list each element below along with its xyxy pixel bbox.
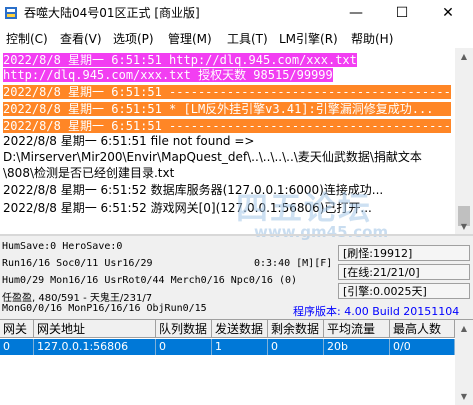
log-line: http://dlq.945.com/xxx.txt 授权天数 98515/99…	[3, 68, 333, 82]
menu-tools[interactable]: 工具(T)	[227, 30, 268, 47]
menu-control[interactable]: 控制(C)	[6, 30, 48, 47]
table-cell: 0/0	[390, 339, 455, 355]
menu-options[interactable]: 选项(P)	[113, 30, 154, 47]
title-bar: 吞噬大陆04号01区正式 [商业版] — ☐ ✕	[0, 0, 473, 26]
maximize-button[interactable]: ☐	[379, 0, 425, 26]
gateway-grid[interactable]: 网关 网关地址 队列数据 发送数据 剩余数据 平均流量 最高人数 0 127.0…	[0, 319, 473, 405]
version-label: 程序版本: 4.00 Build 20151104	[293, 305, 460, 318]
refresh-count-box: [刷怪:19912]	[338, 245, 470, 261]
log-scrollbar[interactable]: ▲ ▼	[455, 48, 473, 234]
status-player: 任盈盈, 480/591 - 天鬼王/231/7	[2, 293, 153, 304]
server-app-icon	[5, 7, 17, 19]
scroll-down-icon[interactable]: ▼	[455, 388, 473, 404]
status-monsters: MonG0/0/16 MonP16/16/16 ObjRun0/15	[2, 303, 207, 314]
watermark-logo: 四五论坛 www.gm45.com	[236, 183, 388, 241]
close-button[interactable]: ✕	[425, 0, 471, 26]
table-cell: 0	[268, 339, 324, 355]
column-header[interactable]: 网关	[0, 320, 34, 338]
log-line: 2022/8/8 星期一 6:51:51 file not found => D…	[3, 134, 422, 180]
engine-days-box: [引擎:0.0025天]	[338, 283, 470, 299]
status-objects: Hum0/29 Mon16/16 UsrRot0/44 Merch0/16 Np…	[2, 275, 298, 286]
log-line: 2022/8/8 星期一 6:51:51 -------------------…	[3, 119, 451, 133]
table-cell: 0	[156, 339, 212, 355]
window-title: 吞噬大陆04号01区正式 [商业版]	[24, 6, 200, 20]
scroll-down-icon[interactable]: ▼	[455, 218, 473, 234]
menu-bar: 控制(C) 查看(V) 选项(P) 管理(M) 工具(T) LM引擎(R) 帮助…	[0, 26, 473, 49]
log-line: 2022/8/8 星期一 6:51:51 * [LM反外挂引擎v3.41]:引擎…	[3, 102, 451, 116]
table-cell: 0	[0, 339, 34, 355]
scroll-up-icon[interactable]: ▲	[455, 320, 473, 336]
menu-help[interactable]: 帮助(H)	[351, 30, 393, 47]
table-cell: 127.0.0.1:56806	[34, 339, 156, 355]
column-header[interactable]: 网关地址	[34, 320, 156, 338]
status-time: 0:3:40 [M][F]	[254, 258, 333, 269]
grid-scrollbar[interactable]: ▲ ▼	[455, 320, 473, 405]
column-header[interactable]: 剩余数据	[268, 320, 324, 338]
online-count-box: [在线:21/21/0]	[338, 264, 470, 280]
column-header[interactable]: 最高人数	[390, 320, 455, 338]
column-header[interactable]: 队列数据	[156, 320, 212, 338]
column-header[interactable]: 平均流量	[324, 320, 390, 338]
table-cell: 1	[212, 339, 268, 355]
log-line: 2022/8/8 星期一 6:51:51 -------------------…	[3, 85, 451, 99]
menu-manage[interactable]: 管理(M)	[168, 30, 212, 47]
table-cell: 20b	[324, 339, 390, 355]
menu-lm-engine[interactable]: LM引擎(R)	[279, 30, 338, 47]
status-run: Run16/16 Soc0/11 Usr16/29	[2, 258, 153, 269]
minimize-button[interactable]: —	[333, 0, 379, 26]
menu-view[interactable]: 查看(V)	[60, 30, 102, 47]
scroll-up-icon[interactable]: ▲	[455, 48, 473, 64]
column-header[interactable]: 发送数据	[212, 320, 268, 338]
log-line: 2022/8/8 星期一 6:51:51 http://dlq.945.com/…	[3, 53, 357, 67]
status-save: HumSave:0 HeroSave:0	[2, 241, 123, 252]
